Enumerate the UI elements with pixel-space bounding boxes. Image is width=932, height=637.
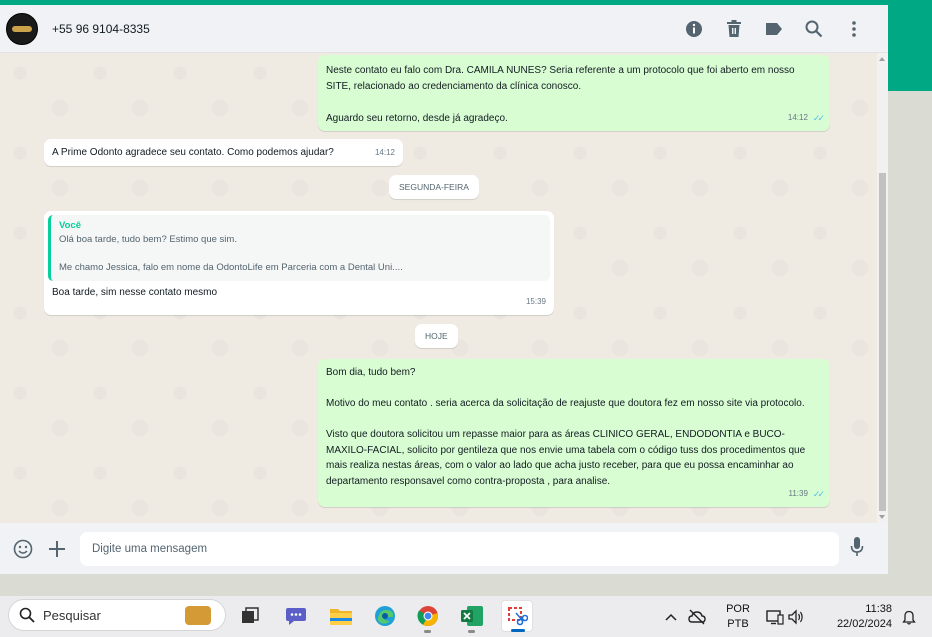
scroll-down-arrow-icon[interactable] [879, 515, 885, 519]
cloud-offline-icon[interactable] [682, 609, 712, 625]
read-receipt-icon: ✓✓ [812, 113, 825, 123]
emoji-icon[interactable] [10, 536, 36, 562]
message-incoming[interactable]: A Prime Odonto agradece seu contato. Com… [44, 139, 403, 166]
window-background-bottom [0, 574, 888, 596]
window-background-accent [888, 5, 932, 91]
message-time: 11:39 [788, 489, 808, 498]
message-time: 15:39 [525, 297, 546, 306]
clock-time: 11:38 [865, 602, 892, 615]
chat-messages-area[interactable]: Neste contato eu falo com Dra. CAMILA NU… [0, 53, 888, 523]
message-incoming-reply[interactable]: Você Olá boa tarde, tudo bem? Estimo que… [44, 211, 554, 315]
taskbar-search[interactable]: Pesquisar [8, 599, 226, 631]
message-outgoing[interactable]: Neste contato eu falo com Dra. CAMILA NU… [318, 55, 830, 131]
message-time: 14:12 [787, 113, 808, 122]
quoted-message[interactable]: Você Olá boa tarde, tudo bem? Estimo que… [48, 215, 550, 281]
search-icon[interactable] [794, 9, 834, 49]
file-explorer-icon[interactable] [325, 600, 357, 632]
scroll-thumb[interactable] [879, 173, 886, 511]
microphone-icon[interactable] [850, 536, 864, 561]
menu-icon[interactable] [834, 9, 874, 49]
date-separator: HOJE [415, 324, 458, 348]
message-outgoing[interactable]: Bom dia, tudo bem? Motivo do meu contato… [318, 359, 830, 507]
language-indicator[interactable]: POR PTB [712, 602, 764, 632]
chevron-up-icon[interactable] [660, 613, 682, 621]
taskbar-search-label: Pesquisar [43, 607, 101, 623]
date-separator: SEGUNDA-FEIRA [389, 175, 479, 199]
quoted-author: Você [59, 220, 82, 231]
contact-avatar[interactable] [6, 12, 38, 45]
message-meta: 15:39 [526, 294, 546, 310]
message-text: Neste contato eu falo com Dra. CAMILA NU… [326, 65, 795, 124]
label-icon[interactable] [754, 9, 794, 49]
quoted-text: Olá boa tarde, tudo bem? Estimo que sim.… [59, 234, 403, 273]
trash-icon[interactable] [714, 9, 754, 49]
avatar-logo [12, 25, 32, 32]
volume-icon[interactable] [786, 608, 806, 625]
chrome-browser-icon[interactable] [412, 600, 444, 633]
message-meta: 11:39 ✓✓ [788, 486, 825, 502]
chat-scrollbar[interactable] [877, 53, 888, 523]
header-actions [674, 9, 874, 49]
message-text: A Prime Odonto agradece seu contato. Com… [52, 147, 334, 158]
scroll-up-arrow-icon[interactable] [879, 57, 885, 61]
windows-taskbar: Pesquisar POR PTB 11:38 22/02/2024 [0, 596, 932, 637]
message-input[interactable] [80, 531, 839, 566]
teams-chat-icon[interactable] [280, 600, 312, 632]
message-meta: 14:12 [375, 145, 395, 161]
info-icon[interactable] [674, 9, 714, 49]
attach-plus-icon[interactable] [44, 536, 70, 562]
message-text: Boa tarde, sim nesse contato mesmo [52, 287, 218, 298]
window-background [888, 91, 932, 596]
running-indicator [468, 630, 475, 633]
task-view-icon[interactable] [234, 600, 266, 632]
edge-browser-icon[interactable] [369, 600, 401, 632]
system-tray: POR PTB 11:38 22/02/2024 [660, 596, 922, 637]
message-time: 14:12 [374, 148, 395, 157]
contact-name[interactable]: +55 96 9104-8335 [52, 22, 150, 36]
excel-icon[interactable] [456, 600, 488, 633]
keyboard-layout: PTB [727, 617, 749, 630]
briefcase-icon [185, 606, 211, 625]
running-indicator [511, 629, 525, 632]
snipping-tool-icon[interactable] [501, 600, 533, 632]
language-code: POR [726, 602, 750, 615]
message-composer [0, 523, 888, 574]
clock-date: 22/02/2024 [836, 617, 892, 630]
chat-header: +55 96 9104-8335 [0, 5, 888, 53]
notification-bell-icon[interactable] [896, 609, 922, 625]
search-icon [19, 607, 35, 623]
network-phone-icon[interactable] [764, 609, 786, 625]
message-meta: 14:12 ✓✓ [787, 110, 825, 126]
clock[interactable]: 11:38 22/02/2024 [812, 602, 892, 632]
read-receipt-icon: ✓✓ [812, 489, 825, 499]
running-indicator [424, 630, 431, 633]
message-text: Bom dia, tudo bem? Motivo do meu contato… [326, 367, 806, 487]
